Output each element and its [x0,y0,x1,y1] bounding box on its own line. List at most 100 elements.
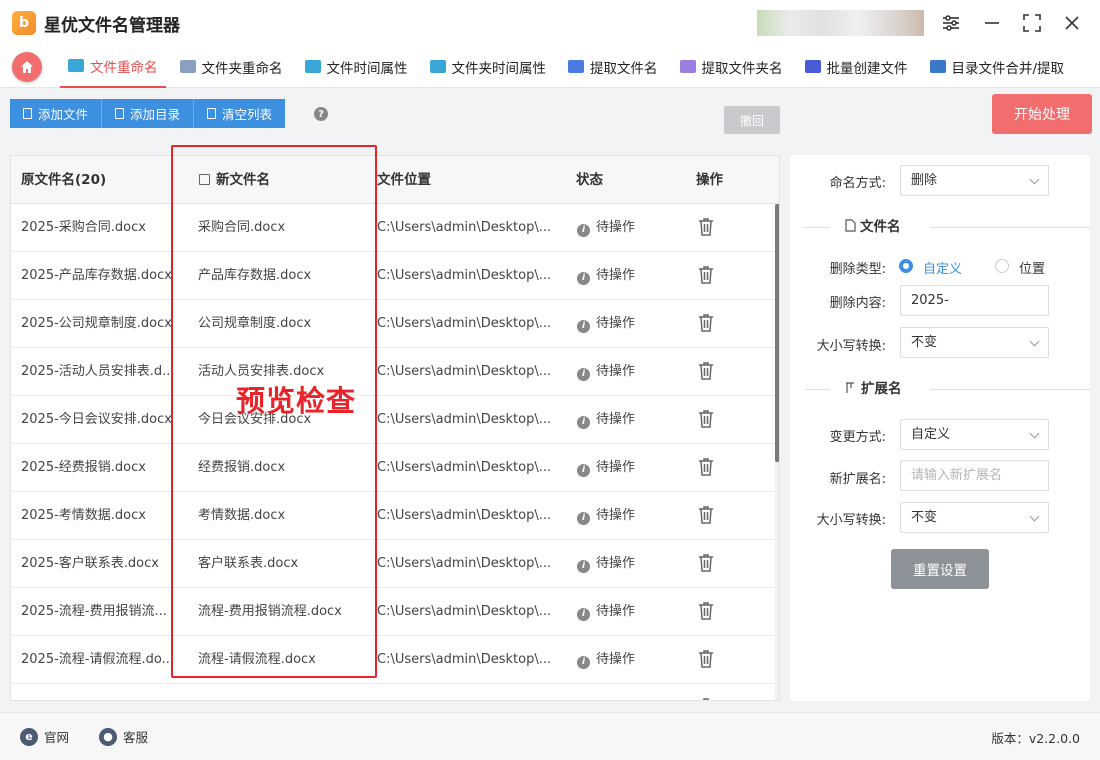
delete-row-icon[interactable] [698,313,714,333]
help-icon[interactable]: ? [314,107,328,121]
delete-content-label: 删除内容: [829,296,886,311]
status-cell: i 待操作 [577,444,687,492]
delete-content-input[interactable]: 2025- [900,285,1049,316]
tab-dir-merge[interactable]: 目录文件合并/提取 [922,46,1073,88]
radio-custom-label: 自定义 [923,262,963,277]
table-row[interactable]: 2025-考情数据.docx 考情数据.docx C:\Users\admin\De… [11,492,775,540]
delete-row-icon[interactable] [698,649,714,669]
tab-file-rename[interactable]: 文件重命名 [60,46,166,88]
info-icon: i [577,560,590,573]
naming-mode-select[interactable]: 删除 [900,165,1049,196]
header-label: 新文件名 [216,172,270,188]
radio-custom[interactable] [899,259,913,273]
tab-extract-foldername[interactable]: 提取文件夹名 [672,46,791,88]
radio-position[interactable] [995,259,1009,273]
vertical-scrollbar[interactable] [775,204,779,700]
status-text: 待操作 [596,268,636,283]
settings-icon[interactable] [936,8,966,38]
new-extension-label: 新扩展名: [829,472,886,487]
original-name-cell: 2025-流程-费用报销流... [21,604,167,619]
original-name-cell: 2025-今日会议安排.docx [21,412,172,427]
table-row[interactable]: 2025-今日会议安排.docx 今日会议安排.docx C:\Users\admi… [11,396,775,444]
delete-row-icon[interactable] [698,361,714,381]
table-header: 原文件名(20) 新文件名 文件位置 状态 操作 [11,156,779,204]
chevron-down-icon [1029,511,1040,522]
settings-panel: 命名方式: 删除 文件名 删除类型: 自定义 位置 删除内容: 2025- 大小… [790,155,1090,701]
batch-create-icon [804,60,821,73]
toolbar: 添加文件 添加目录 清空列表 [10,99,286,128]
tab-label: 批量创建文件 [826,60,908,77]
maximize-icon[interactable] [1017,8,1047,38]
info-icon: i [577,272,590,285]
user-avatar[interactable] [757,10,924,36]
file-icon [23,108,32,119]
change-mode-select[interactable]: 自定义 [900,419,1049,450]
browser-icon: e [20,727,38,746]
new-extension-input[interactable]: 请输入新扩展名 [900,460,1049,491]
table-row[interactable]: 2025-流程-费用报销流... 流程-费用报销流程.docx C:\Users\a… [11,588,775,636]
delete-row-icon[interactable] [698,553,714,573]
divider [930,227,1090,228]
status-text: 待操作 [596,364,636,379]
table-row[interactable]: 2025-采购合同.docx 采购合同.docx C:\Users\admin\De… [11,204,775,252]
status-cell: i 待操作 [577,588,687,636]
tab-file-time[interactable]: 文件时间属性 [297,46,416,88]
add-directory-button[interactable]: 添加目录 [102,99,195,128]
info-icon: i [577,368,590,381]
support-link[interactable]: ● 客服 [99,727,148,746]
app-logo-icon: b [12,11,36,35]
table-row[interactable]: 2025-经费报销.docx 经费报销.docx C:\Users\admin\De… [11,444,775,492]
table-row[interactable]: 2025-公司规章制度.docx 公司规章制度.docx C:\Users\admi… [11,300,775,348]
website-link[interactable]: e 官网 [20,727,69,746]
folder-icon [115,108,125,119]
tab-batch-create[interactable]: 批量创建文件 [797,46,916,88]
ext-case-convert-select[interactable]: 不变 [900,502,1049,533]
folder-time-icon [429,60,446,73]
extract-filename-icon [568,60,584,73]
chat-icon: ● [99,727,117,746]
location-cell: C:\Users\admin\Desktop\... [377,652,552,667]
table-row[interactable]: 2025-流程-请假流程.do... 流程-请假流程.docx C:\Users\a… [11,636,775,684]
radio-position-label: 位置 [1019,262,1046,277]
start-processing-button[interactable]: 开始处理 [992,94,1092,134]
delete-row-icon[interactable] [698,265,714,285]
case-convert-label: 大小写转换: [816,339,886,354]
delete-row-icon[interactable] [698,505,714,525]
delete-row-icon[interactable] [698,409,714,429]
delete-row-icon[interactable] [698,697,714,701]
tab-folder-rename[interactable]: 文件夹重命名 [172,46,291,88]
status-cell: i 待操作 [577,252,687,300]
status-cell: i 待操作 [577,492,687,540]
info-icon: i [577,224,590,237]
extract-foldername-icon [679,60,696,73]
divider [805,227,830,228]
delete-row-icon[interactable] [698,457,714,477]
footer-label: 官网 [44,730,70,745]
close-icon[interactable] [1057,8,1087,38]
info-icon: i [577,416,590,429]
minimize-icon[interactable] [977,8,1007,38]
new-name-cell: 今日会议安排.docx [198,412,312,427]
home-button[interactable] [12,51,42,82]
new-name-cell: 考情数据.docx [198,508,286,523]
info-icon: i [577,512,590,525]
undo-button[interactable]: 撤回 [724,106,780,134]
delete-row-icon[interactable] [698,601,714,621]
footer: e 官网 ● 客服 版本：v2.2.0.0 [0,712,1100,760]
reset-settings-button[interactable]: 重置设置 [891,549,989,589]
table-row[interactable]: 2025-客户联系表.docx 客户联系表.docx C:\Users\admin\… [11,540,775,588]
tab-folder-time[interactable]: 文件夹时间属性 [422,46,555,88]
original-name-cell: 2025-活动人员安排表.d... [21,364,175,379]
tab-extract-filename[interactable]: 提取文件名 [560,46,666,88]
delete-row-icon[interactable] [698,217,714,237]
add-file-button[interactable]: 添加文件 [10,99,103,128]
select-value: 不变 [911,335,938,350]
location-cell: C:\Users\admin\Desktop\... [377,604,552,619]
scroll-thumb[interactable] [775,204,779,462]
status-text: 待操作 [596,556,636,571]
table-row[interactable]: 2025-活动人员安排表.d... 活动人员安排表.docx C:\Users\ad… [11,348,775,396]
clear-list-button[interactable]: 清空列表 [194,99,286,128]
case-convert-select[interactable]: 不变 [900,327,1049,358]
table-row[interactable] [11,684,775,701]
table-row[interactable]: 2025-产品库存数据.docx 产品库存数据.docx C:\Users\admi… [11,252,775,300]
